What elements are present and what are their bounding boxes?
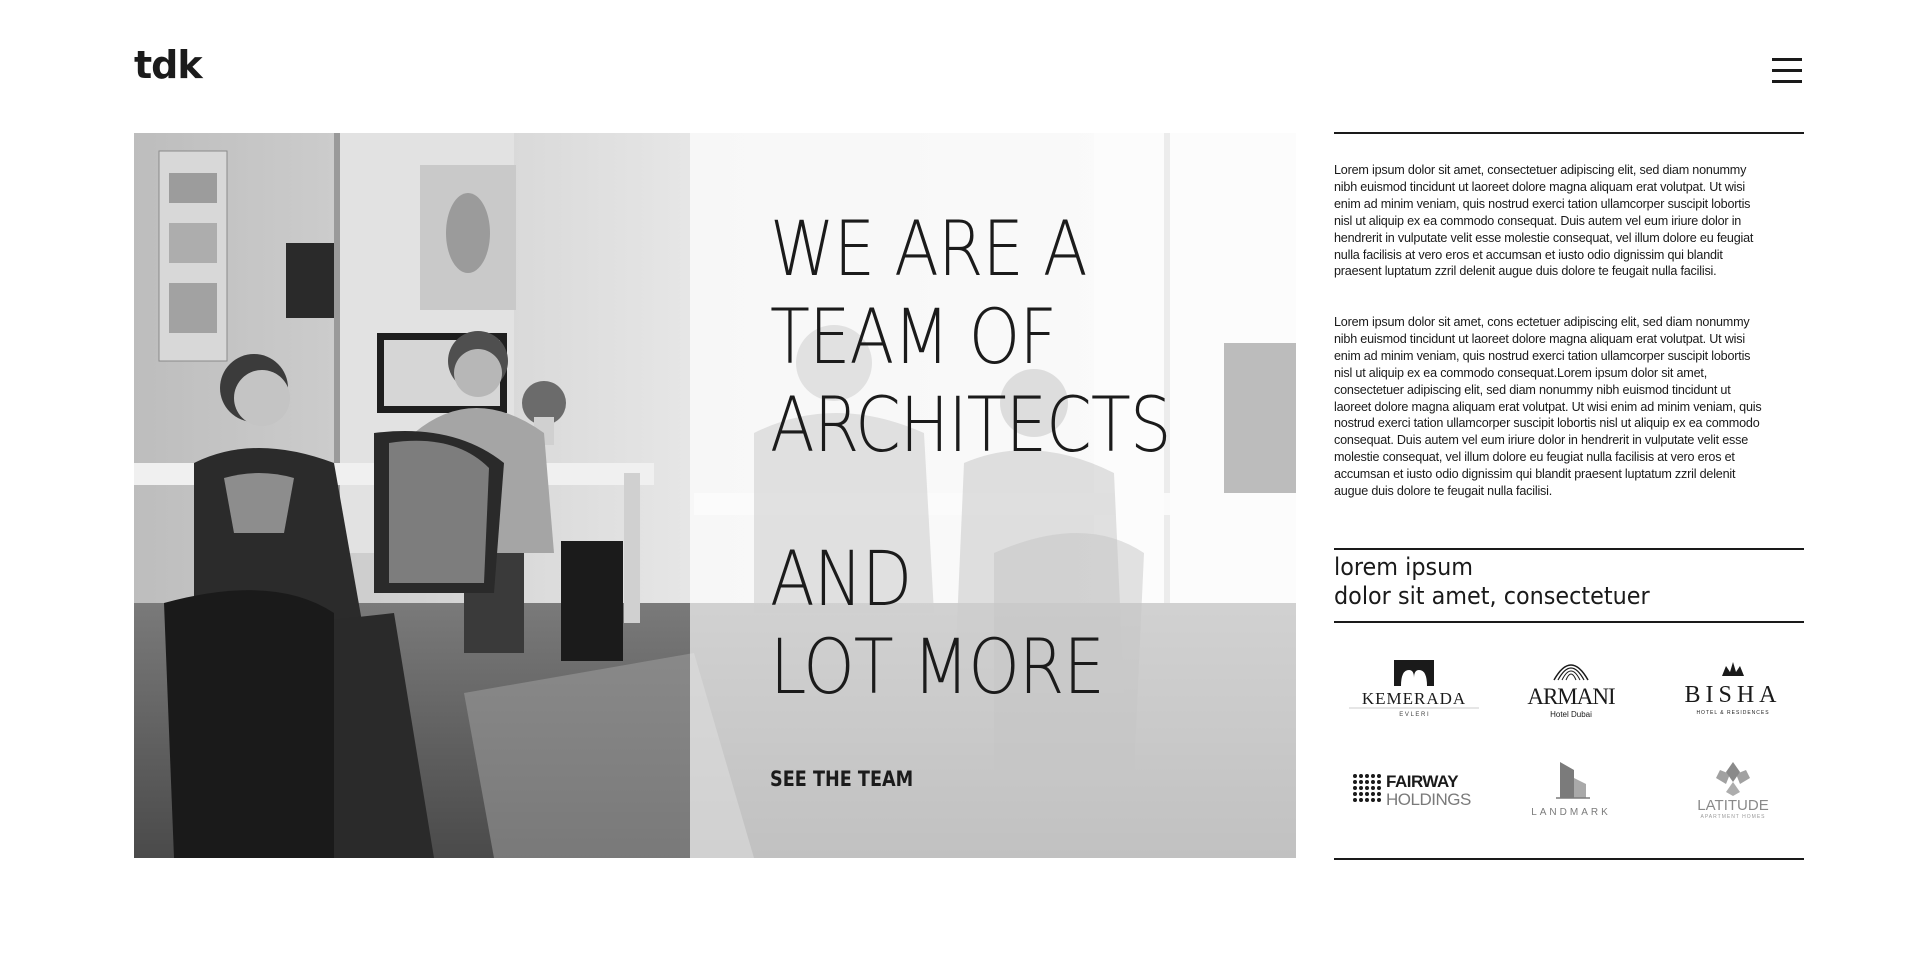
- svg-text:LATITUDE: LATITUDE: [1697, 797, 1768, 814]
- svg-text:E V L E R I: E V L E R I: [1399, 712, 1429, 718]
- hamburger-menu-icon[interactable]: [1772, 58, 1802, 84]
- landmark-logo-icon: LANDMARK: [1531, 762, 1611, 818]
- client-logo-armani[interactable]: ARMANI Hotel Dubai: [1496, 648, 1646, 728]
- client-logo-landmark[interactable]: LANDMARK: [1496, 748, 1646, 828]
- client-logo-bisha[interactable]: BISHA HOTEL & RESIDENCES: [1658, 648, 1808, 728]
- site-logo[interactable]: tdk: [134, 46, 203, 84]
- divider: [1334, 132, 1804, 134]
- headline-line: LOT MORE: [770, 622, 1105, 711]
- client-logo-latitude[interactable]: LATITUDE APARTMENT HOMES: [1658, 748, 1808, 828]
- svg-text:ARMANI: ARMANI: [1527, 684, 1615, 709]
- divider: [1334, 621, 1804, 623]
- headline-line: WE ARE A: [770, 204, 1088, 293]
- divider: [1334, 548, 1804, 550]
- headline-line: TEAM OF: [770, 292, 1057, 381]
- client-logo-kemerada[interactable]: KEMERADA E V L E R I: [1339, 648, 1489, 728]
- latitude-logo-icon: LATITUDE APARTMENT HOMES: [1697, 762, 1769, 820]
- bisha-logo-icon: BISHA HOTEL & RESIDENCES: [1684, 662, 1781, 716]
- subtitle-line: dolor sit amet, consectetuer: [1334, 582, 1650, 610]
- subtitle-line: lorem ipsum: [1334, 553, 1474, 581]
- client-logo-fairway[interactable]: FAIRWAY HOLDINGS: [1339, 748, 1489, 828]
- fairway-logo-icon: FAIRWAY HOLDINGS: [1353, 772, 1471, 809]
- svg-text:BISHA: BISHA: [1684, 682, 1781, 708]
- kemerada-logo-icon: KEMERADA E V L E R I: [1349, 660, 1479, 718]
- svg-text:Hotel Dubai: Hotel Dubai: [1550, 710, 1592, 719]
- svg-text:APARTMENT HOMES: APARTMENT HOMES: [1700, 814, 1765, 820]
- svg-text:FAIRWAY: FAIRWAY: [1386, 772, 1459, 791]
- about-paragraph-1: Lorem ipsum dolor sit amet, consectetuer…: [1334, 163, 1754, 279]
- menu-line: [1772, 58, 1802, 61]
- armani-logo-icon: ARMANI Hotel Dubai: [1527, 664, 1616, 719]
- headline-line: ARCHITECTS: [770, 380, 1171, 469]
- svg-text:KEMERADA: KEMERADA: [1362, 689, 1466, 708]
- headline-line: AND: [770, 534, 912, 623]
- clients-subtitle: lorem ipsum dolor sit amet, consectetuer: [1334, 553, 1650, 611]
- menu-line: [1772, 69, 1802, 72]
- svg-text:HOTEL & RESIDENCES: HOTEL & RESIDENCES: [1696, 710, 1769, 716]
- see-the-team-link[interactable]: SEE THE TEAM: [770, 767, 913, 791]
- hero-headline: WE ARE A TEAM OF ARCHITECTS AND LOT MORE: [770, 205, 1171, 711]
- about-paragraph-2: Lorem ipsum dolor sit amet, cons ectetue…: [1334, 315, 1762, 499]
- divider: [1334, 858, 1804, 860]
- svg-text:LANDMARK: LANDMARK: [1531, 807, 1611, 818]
- menu-line: [1772, 80, 1802, 83]
- svg-text:HOLDINGS: HOLDINGS: [1386, 790, 1471, 809]
